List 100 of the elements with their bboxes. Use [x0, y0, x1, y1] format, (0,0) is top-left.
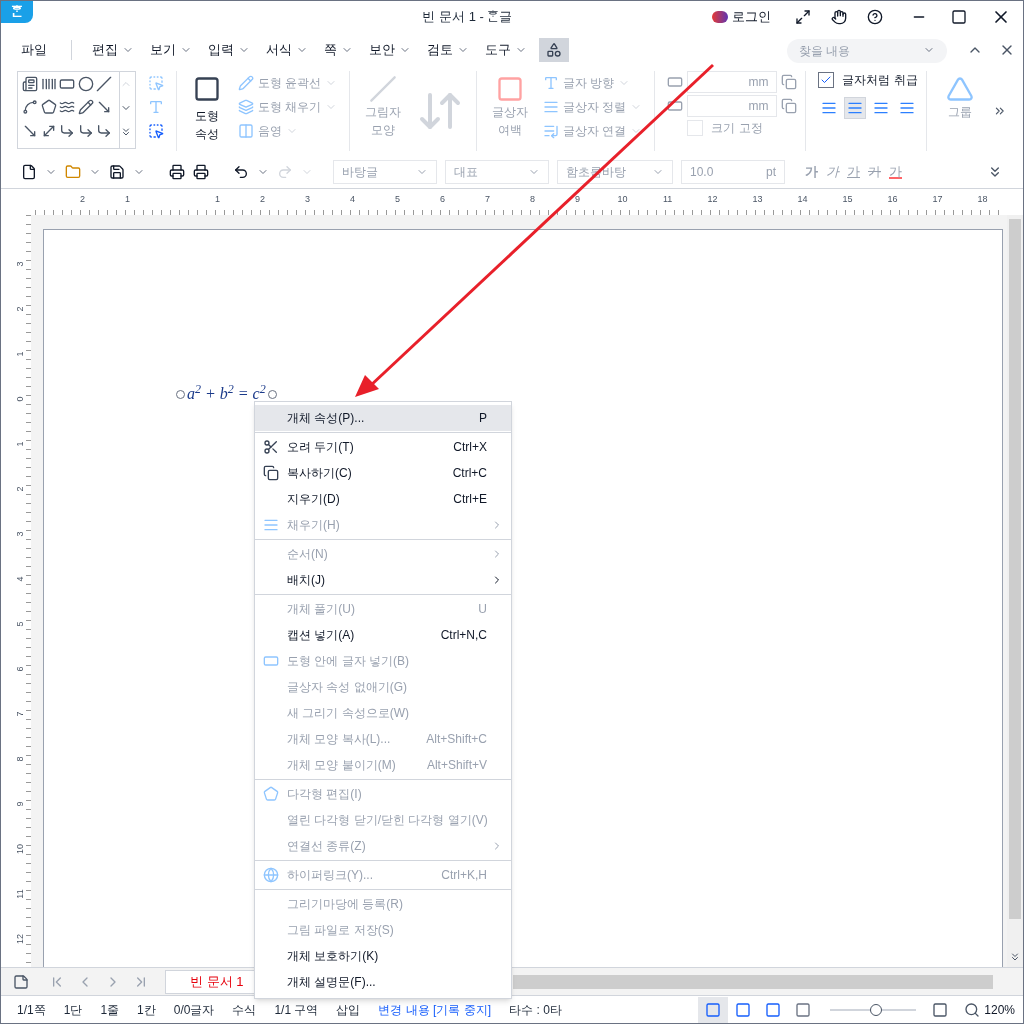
status-item: 1/1 구역 [274, 1001, 319, 1019]
ruler-label: 7 [15, 711, 25, 716]
horizontal-scrollbar[interactable] [513, 974, 993, 989]
page-view-icon [765, 1001, 782, 1018]
ribbon-item-icon [237, 99, 254, 115]
ruler-label: 3 [15, 261, 25, 266]
check-icon [820, 74, 833, 86]
group-icon [946, 75, 975, 103]
ruler-label: 0 [15, 396, 25, 401]
polygon-icon[interactable] [40, 99, 57, 116]
menu-item[interactable]: 입력 [204, 40, 238, 60]
menu-item[interactable]: 개체 속성(P)... P [255, 405, 511, 431]
note-icon[interactable] [13, 973, 29, 990]
shadow-icon [369, 75, 398, 103]
ruler-label: 2 [15, 486, 25, 491]
login-button[interactable]: 로그인 [732, 7, 771, 27]
ruler-label: 6 [15, 666, 25, 671]
menu-item[interactable]: 파일 [17, 40, 51, 60]
style-dropdown[interactable]: 바탕글 [333, 159, 437, 184]
menu-item[interactable]: 편집 [88, 40, 122, 60]
shape-properties-button[interactable]: 도형 속성 [188, 71, 226, 151]
status-item: 변경 내용 [기록 중지] [378, 1001, 492, 1019]
page-down-icon[interactable] [1009, 951, 1021, 963]
checkbox[interactable] [818, 72, 835, 88]
ruler-label: 4 [350, 193, 356, 205]
format-button[interactable]: 가 [826, 161, 839, 182]
size-field[interactable]: mm [687, 95, 778, 117]
ribbon-item-icon [543, 75, 560, 91]
menu-item[interactable]: 복사하기(C) Ctrl+C [255, 460, 511, 486]
menu-item[interactable]: 도구 [481, 40, 515, 60]
connector-icon[interactable] [96, 122, 113, 139]
ruler-label: 11 [662, 193, 673, 205]
status-item: 1/1쪽 [17, 1001, 46, 1019]
ruler-label: 2 [80, 193, 86, 205]
size-option-icon[interactable] [781, 74, 798, 90]
connector-icon[interactable] [59, 122, 76, 139]
help-icon[interactable] [867, 9, 883, 25]
search-field[interactable]: 찾을 내용 [787, 38, 947, 63]
undo-icon[interactable] [233, 163, 249, 180]
ruler-label: 11 [15, 888, 25, 899]
lines-icon [263, 517, 279, 533]
status-item: 1줄 [100, 1001, 120, 1019]
new-document-icon[interactable] [21, 163, 37, 180]
ruler-label: 5 [15, 621, 25, 626]
window-title: 빈 문서 1 - ᄒᆞᆫ글 [422, 8, 513, 27]
menu-item[interactable]: 검토 [423, 40, 457, 60]
vertical-text-icon[interactable] [40, 76, 57, 92]
fullscreen-icon[interactable] [795, 9, 811, 25]
equation: a$^{2}$ + b$^{2}$ = c$^{2}$ [187, 382, 266, 404]
account-logo-icon [712, 11, 728, 23]
save-icon[interactable] [109, 163, 125, 180]
arc-icon[interactable] [22, 99, 38, 116]
text-box-icon[interactable] [22, 76, 38, 92]
size-field[interactable]: mm [687, 71, 778, 93]
menu-item[interactable]: 오려 두기(T) Ctrl+X [255, 434, 511, 460]
ribbon-item-icon [543, 99, 560, 115]
ellipse-icon[interactable] [77, 76, 94, 92]
menu-item[interactable]: 보기 [146, 40, 180, 60]
print-icon[interactable] [169, 163, 185, 180]
format-button[interactable]: 가 [889, 161, 902, 182]
line-icon[interactable] [96, 76, 113, 92]
wrap-button[interactable] [844, 97, 867, 119]
folder-icon[interactable] [65, 163, 81, 180]
pen-icon[interactable] [77, 99, 94, 116]
menu-item[interactable]: 캡션 넣기(A) Ctrl+N,C [255, 622, 511, 648]
status-item: 0/0글자 [173, 1001, 215, 1019]
drawing-tab[interactable] [539, 38, 569, 62]
vertical-scrollbar[interactable] [1007, 215, 1023, 967]
ruler-label: 9 [15, 801, 25, 806]
menu-item[interactable]: 서식 [262, 40, 296, 60]
connector-icon[interactable] [77, 122, 94, 139]
view-button[interactable] [698, 996, 729, 1023]
ribbon-item-icon [237, 123, 254, 139]
ruler-label: 1 [215, 193, 221, 205]
maximize-icon[interactable] [951, 9, 967, 25]
format-button[interactable]: 가 [868, 161, 881, 182]
format-button[interactable]: 가 [805, 161, 818, 182]
menu-item[interactable]: 보안 [365, 40, 399, 60]
zoom-slider[interactable] [830, 1003, 917, 1016]
menu-item[interactable]: 쪽 [320, 40, 341, 60]
language-dropdown[interactable]: 대표 [445, 159, 549, 184]
font-size-field[interactable]: 10.0 pt [681, 159, 785, 184]
size-icon [667, 74, 684, 90]
zoom-icon[interactable] [964, 1001, 981, 1018]
format-button[interactable]: 가 [847, 161, 860, 182]
text-wrap-icon [821, 100, 838, 116]
zoom-level: 120% [984, 1001, 1015, 1019]
hand-icon[interactable] [831, 9, 847, 25]
rectangle-icon[interactable] [59, 76, 76, 92]
ruler-label: 8 [15, 756, 25, 761]
zoom-fit-icon[interactable] [932, 1001, 949, 1018]
print-preview-icon[interactable] [193, 163, 209, 180]
margin-icon [496, 75, 525, 103]
size-option-icon[interactable] [781, 98, 798, 114]
status-item: 삽입 [336, 1001, 361, 1019]
menu-item[interactable]: 개체 보호하기(K) [255, 943, 511, 969]
select-objects-icon[interactable] [147, 123, 164, 139]
ruler-label: 5 [395, 193, 401, 205]
menu-item[interactable]: 지우기(D) Ctrl+E [255, 486, 511, 512]
menu-item[interactable]: 배치(J) [255, 567, 511, 593]
